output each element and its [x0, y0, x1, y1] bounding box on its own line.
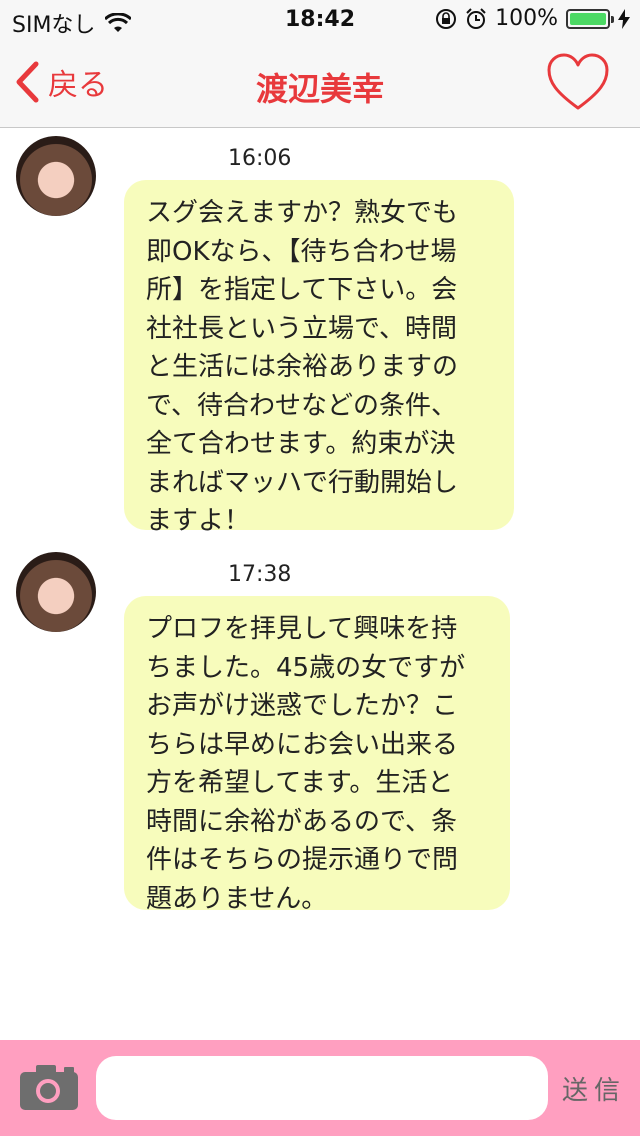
message-line: まればマッハで行動開始し — [146, 467, 459, 498]
message-time: 17:38 — [228, 562, 292, 587]
avatar[interactable] — [16, 136, 96, 216]
battery-percent: 100% — [495, 6, 558, 31]
message-bubble: スグ会えますか？熟女でも 即OKなら、【待ち合わせ場 所】を指定して下さい。会 … — [124, 180, 514, 536]
message-line: スグ会えますか？熟女でも — [146, 198, 459, 228]
message-input[interactable] — [96, 1056, 548, 1120]
status-bar: SIMなし 18:42 100% — [0, 0, 640, 40]
message-line: ちました。45歳の女ですが — [146, 652, 466, 683]
message-line: 方を希望してます。生活と — [146, 768, 454, 798]
page-title: 渡辺美幸 — [255, 70, 384, 108]
message-line: で、待合わせなどの条件、 — [146, 390, 457, 421]
avatar[interactable] — [16, 552, 96, 632]
nav-bar: 戻る 渡辺美幸 — [0, 40, 640, 128]
battery-icon — [566, 8, 614, 29]
message-line: 全て合わせます。約束が決 — [146, 429, 456, 459]
message-line: 即OKなら、【待ち合わせ場 — [146, 236, 457, 267]
send-button[interactable]: 送信 — [562, 1070, 626, 1107]
rotation-lock-icon — [436, 8, 457, 29]
message-line: プロフを拝見して興味を持 — [146, 614, 458, 644]
alarm-icon — [466, 7, 486, 29]
message-line: ちらは早めにお会い出来る — [146, 729, 459, 760]
heart-icon[interactable] — [546, 52, 610, 112]
message-line: お声がけ迷惑でしたか？こ — [146, 691, 459, 721]
message-bubble: プロフを拝見して興味を持 ちました。45歳の女ですが お声がけ迷惑でしたか？こ … — [124, 596, 510, 914]
message-line: 題ありません。 — [146, 883, 328, 914]
status-right: 100% — [435, 6, 630, 31]
message-line: 社社長という立場で、時間 — [146, 313, 457, 344]
input-bar: 送信 — [0, 1040, 640, 1136]
message-line: 件はそちらの提示通りで問 — [146, 845, 459, 875]
message-time: 16:06 — [228, 146, 292, 171]
message-line: と生活には余裕ありますの — [146, 352, 459, 382]
message-line: ますよ！ — [146, 506, 251, 536]
charging-icon — [618, 8, 630, 29]
camera-icon[interactable] — [18, 1062, 80, 1112]
message-line: 時間に余裕があるので、条 — [146, 806, 457, 837]
message-line: 所】を指定して下さい。会 — [146, 275, 458, 305]
battery-fill — [570, 12, 606, 25]
